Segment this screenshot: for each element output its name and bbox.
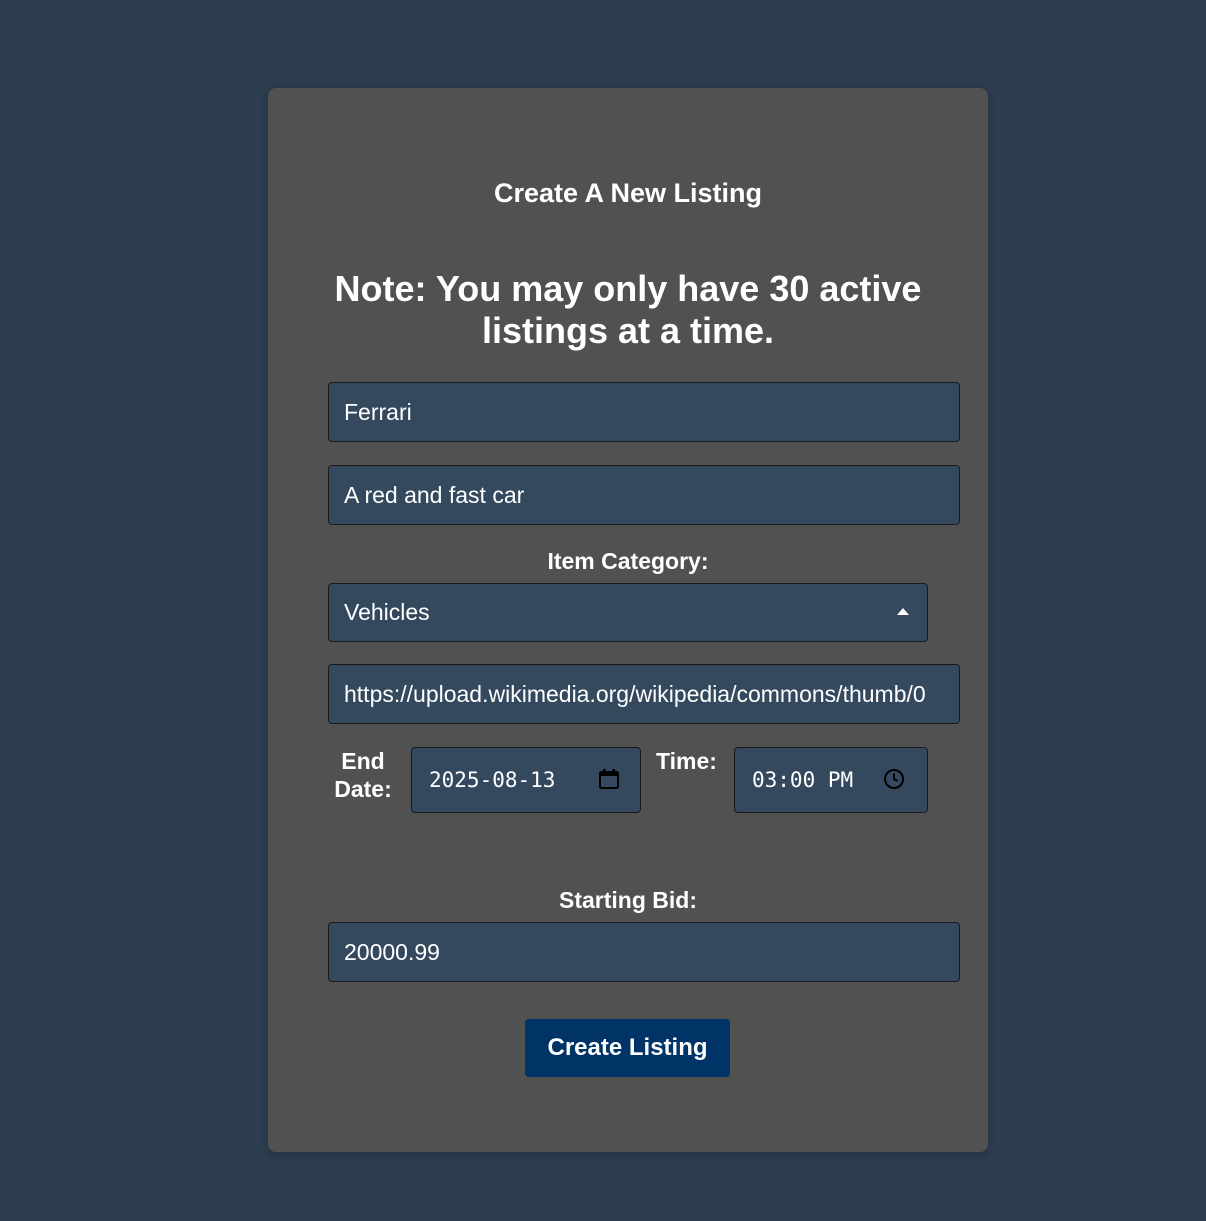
caret-up-icon (897, 608, 909, 615)
time-input[interactable]: 03:00 PM (734, 747, 928, 813)
starting-bid-value: 20000.99 (344, 938, 440, 965)
item-name-input[interactable]: Ferrari (328, 382, 960, 442)
item-name-value: Ferrari (344, 398, 412, 425)
end-date-label-line1: End (341, 748, 385, 774)
end-date-label: End Date: (328, 747, 398, 803)
image-url-input[interactable]: https://upload.wikimedia.org/wikipedia/c… (328, 664, 960, 724)
create-listing-button[interactable]: Create Listing (525, 1019, 730, 1077)
category-select[interactable]: Vehicles (328, 583, 928, 642)
end-date-input[interactable]: 2025-08-13 (411, 747, 641, 813)
listing-limit-note: Note: You may only have 30 active listin… (334, 268, 922, 351)
clock-icon[interactable] (883, 768, 905, 795)
calendar-icon[interactable] (598, 768, 620, 795)
form-title: Create A New Listing (493, 178, 763, 208)
category-label: Item Category: (547, 548, 709, 574)
starting-bid-label: Starting Bid: (559, 887, 697, 913)
category-value: Vehicles (344, 599, 430, 625)
end-date-label-line2: Date: (334, 776, 392, 802)
time-label: Time: (656, 748, 717, 774)
create-listing-card: Create A New Listing Note: You may only … (268, 88, 988, 1152)
image-url-value: https://upload.wikimedia.org/wikipedia/c… (344, 680, 926, 707)
end-date-value: 2025-08-13 (429, 768, 556, 792)
description-input[interactable]: A red and fast car (328, 465, 960, 525)
time-value: 03:00 PM (752, 768, 854, 792)
starting-bid-input[interactable]: 20000.99 (328, 922, 960, 982)
description-value: A red and fast car (344, 481, 525, 508)
